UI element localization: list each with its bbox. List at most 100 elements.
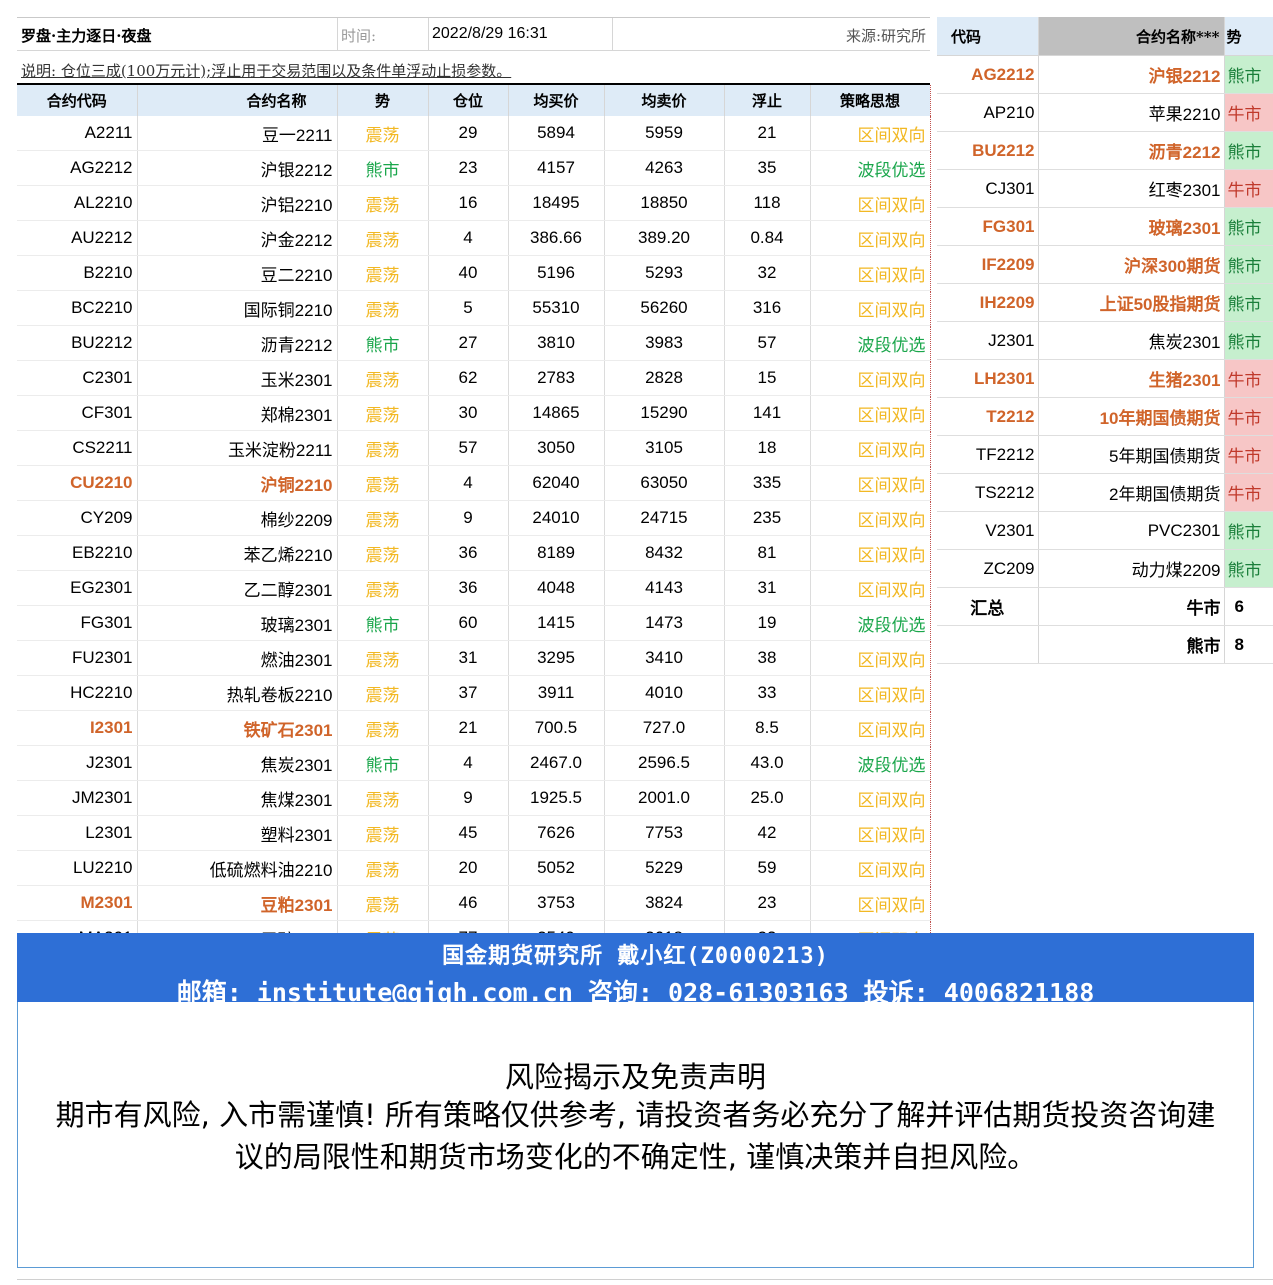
float-stop-cell: 19 bbox=[724, 605, 811, 641]
trend-badge: 熊市 bbox=[1224, 549, 1273, 588]
avg-sell-cell: 8432 bbox=[604, 535, 725, 571]
float-stop-cell: 42 bbox=[724, 815, 811, 851]
avg-sell-cell: 3824 bbox=[604, 885, 725, 921]
strategy-cell: 区间双向 bbox=[810, 710, 931, 746]
trend-cell: 震荡 bbox=[337, 500, 429, 536]
contract-code: EB2210 bbox=[17, 535, 138, 571]
strategy-cell: 区间双向 bbox=[810, 465, 931, 501]
position-cell: 57 bbox=[428, 430, 509, 466]
strategy-cell: 波段优选 bbox=[810, 605, 931, 641]
contract-code: BU2212 bbox=[17, 325, 138, 361]
float-stop-cell: 18 bbox=[724, 430, 811, 466]
contract-code: CY209 bbox=[17, 500, 138, 536]
trend-row: T2212 10年期国债期货 牛市 bbox=[937, 397, 1273, 436]
strategy-cell: 区间双向 bbox=[810, 850, 931, 886]
col-header: 均卖价 bbox=[604, 85, 725, 116]
trend-cell: 熊市 bbox=[337, 605, 429, 641]
avg-sell-cell: 5293 bbox=[604, 255, 725, 291]
trend-cell: 震荡 bbox=[337, 570, 429, 606]
avg-buy-cell: 5894 bbox=[508, 116, 605, 151]
trend-cell: 熊市 bbox=[337, 745, 429, 781]
table-row: CU2210 沪铜2210 震荡 4 62040 63050 335 区间双向 bbox=[17, 465, 931, 501]
trend-badge: 熊市 bbox=[1224, 55, 1273, 94]
float-stop-cell: 141 bbox=[724, 395, 811, 431]
float-stop-cell: 0.84 bbox=[724, 220, 811, 256]
position-cell: 46 bbox=[428, 885, 509, 921]
trend-code: TS2212 bbox=[937, 473, 1039, 512]
bottom-divider bbox=[17, 1279, 1273, 1280]
trend-badge: 熊市 bbox=[1224, 131, 1273, 170]
trend-row: V2301 PVC2301 熊市 bbox=[937, 511, 1273, 550]
table-row: A2211 豆一2211 震荡 29 5894 5959 21 区间双向 bbox=[17, 116, 931, 151]
contract-name: 棉纱2209 bbox=[137, 500, 338, 536]
trend-cell: 震荡 bbox=[337, 255, 429, 291]
float-stop-cell: 81 bbox=[724, 535, 811, 571]
avg-buy-cell: 3295 bbox=[508, 640, 605, 676]
avg-sell-cell: 4010 bbox=[604, 675, 725, 711]
avg-sell-cell: 4263 bbox=[604, 150, 725, 186]
col-header: 势 bbox=[1224, 17, 1273, 56]
header-divider bbox=[612, 18, 613, 50]
contract-code: FU2301 bbox=[17, 640, 138, 676]
trend-badge: 熊市 bbox=[1224, 245, 1273, 284]
trend-code: IH2209 bbox=[937, 283, 1039, 322]
strategy-cell: 区间双向 bbox=[810, 395, 931, 431]
trend-cell: 震荡 bbox=[337, 640, 429, 676]
avg-buy-cell: 3810 bbox=[508, 325, 605, 361]
trend-cell: 震荡 bbox=[337, 465, 429, 501]
trend-row: IF2209 沪深300期货 熊市 bbox=[937, 245, 1273, 284]
contract-code: B2210 bbox=[17, 255, 138, 291]
table-row: M2301 豆粕2301 震荡 46 3753 3824 23 区间双向 bbox=[17, 885, 931, 921]
contract-name: 苯乙烯2210 bbox=[137, 535, 338, 571]
avg-sell-cell: 2001.0 bbox=[604, 780, 725, 816]
strategy-cell: 区间双向 bbox=[810, 885, 931, 921]
position-cell: 20 bbox=[428, 850, 509, 886]
contract-code: HC2210 bbox=[17, 675, 138, 711]
trend-table: 代码 合约名称*** 势 AG2212 沪银2212 熊市 AP210 苹果2210 牛市… bbox=[937, 17, 1273, 664]
contract-code: AG2212 bbox=[17, 150, 138, 186]
trend-badge: 牛市 bbox=[1224, 473, 1273, 512]
avg-sell-cell: 15290 bbox=[604, 395, 725, 431]
position-cell: 31 bbox=[428, 640, 509, 676]
contract-code: BC2210 bbox=[17, 290, 138, 326]
bull-label: 牛市 bbox=[1038, 587, 1225, 626]
contract-name: 焦炭2301 bbox=[137, 745, 338, 781]
strategy-cell: 区间双向 bbox=[810, 360, 931, 396]
avg-sell-cell: 3983 bbox=[604, 325, 725, 361]
trend-name: 2年期国债期货 bbox=[1038, 473, 1225, 512]
table-row: FG301 玻璃2301 熊市 60 1415 1473 19 波段优选 bbox=[17, 605, 931, 641]
trend-row: IH2209 上证50股指期货 熊市 bbox=[937, 283, 1273, 322]
avg-buy-cell: 18495 bbox=[508, 185, 605, 221]
avg-sell-cell: 727.0 bbox=[604, 710, 725, 746]
position-cell: 36 bbox=[428, 570, 509, 606]
trend-cell: 震荡 bbox=[337, 220, 429, 256]
contract-name: 低硫燃料油2210 bbox=[137, 850, 338, 886]
table-row: C2301 玉米2301 震荡 62 2783 2828 15 区间双向 bbox=[17, 360, 931, 396]
trend-name: 苹果2210 bbox=[1038, 93, 1225, 132]
trend-code: CJ301 bbox=[937, 169, 1039, 208]
summary-label: 汇总 bbox=[937, 587, 1039, 626]
table-row: AU2212 沪金2212 震荡 4 386.66 389.20 0.84 区间双向 bbox=[17, 220, 931, 256]
avg-sell-cell: 56260 bbox=[604, 290, 725, 326]
report-title: 罗盘·主力逐日·夜盘 bbox=[21, 27, 152, 45]
trend-name: 上证50股指期货 bbox=[1038, 283, 1225, 322]
avg-buy-cell: 14865 bbox=[508, 395, 605, 431]
float-stop-cell: 335 bbox=[724, 465, 811, 501]
avg-sell-cell: 4143 bbox=[604, 570, 725, 606]
trend-code: V2301 bbox=[937, 511, 1039, 550]
bull-count: 6 bbox=[1224, 587, 1273, 626]
contract-code: L2301 bbox=[17, 815, 138, 851]
avg-buy-cell: 62040 bbox=[508, 465, 605, 501]
contract-name: 铁矿石2301 bbox=[137, 710, 338, 746]
strategy-cell: 波段优选 bbox=[810, 150, 931, 186]
bear-label: 熊市 bbox=[1038, 625, 1225, 664]
contract-code: CU2210 bbox=[17, 465, 138, 501]
summary-empty bbox=[937, 625, 1039, 664]
position-cell: 4 bbox=[428, 465, 509, 501]
table-row: FU2301 燃油2301 震荡 31 3295 3410 38 区间双向 bbox=[17, 640, 931, 676]
position-cell: 9 bbox=[428, 780, 509, 816]
trend-name: 动力煤2209 bbox=[1038, 549, 1225, 588]
trend-cell: 震荡 bbox=[337, 815, 429, 851]
trend-row: FG301 玻璃2301 熊市 bbox=[937, 207, 1273, 246]
note-row: 说明: 仓位三成(100万元计);浮止用于交易范围以及条件单浮动止损参数。 bbox=[17, 51, 930, 85]
